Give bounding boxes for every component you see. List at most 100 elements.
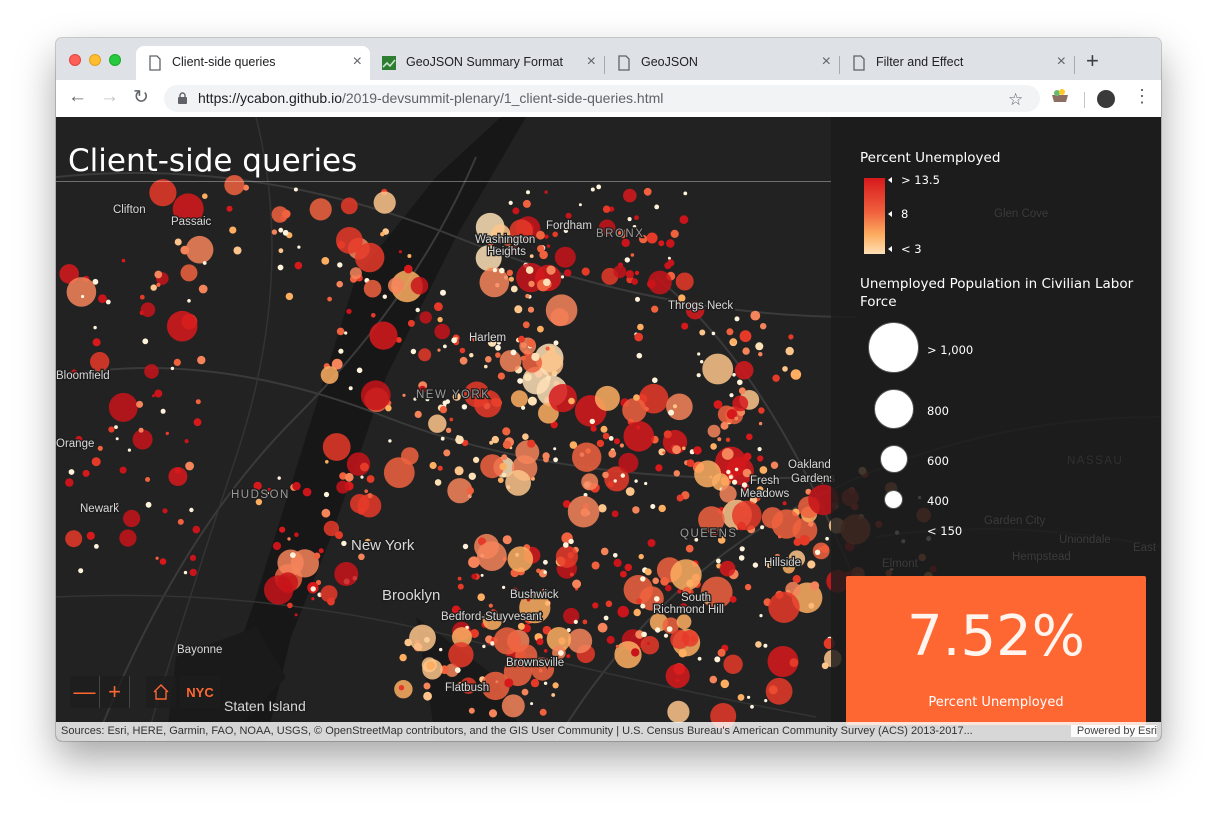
unemployment-dot[interactable] [543, 278, 551, 287]
unemployment-dot[interactable] [623, 421, 655, 452]
unemployment-dot[interactable] [717, 648, 726, 657]
unemployment-dot[interactable] [278, 248, 284, 254]
unemployment-dot[interactable] [627, 217, 632, 222]
unemployment-dot[interactable] [322, 433, 351, 461]
unemployment-dot[interactable] [454, 667, 461, 673]
unemployment-dot[interactable] [504, 678, 514, 688]
unemployment-dot[interactable] [428, 414, 447, 433]
unemployment-dot[interactable] [700, 360, 704, 364]
unemployment-dot[interactable] [581, 267, 590, 276]
unemployment-dot[interactable] [527, 306, 535, 313]
unemployment-dot[interactable] [404, 638, 413, 647]
unemployment-dot[interactable] [567, 628, 593, 654]
unemployment-dot[interactable] [488, 603, 493, 608]
unemployment-dot[interactable] [159, 558, 167, 565]
unemployment-dot[interactable] [580, 508, 589, 517]
unemployment-dot[interactable] [734, 316, 740, 322]
unemployment-dot[interactable] [108, 392, 138, 422]
unemployment-dot[interactable] [747, 695, 751, 699]
unemployment-dot[interactable] [664, 262, 672, 270]
unemployment-dot[interactable] [654, 204, 660, 210]
unemployment-dot[interactable] [180, 245, 190, 255]
unemployment-dot[interactable] [679, 215, 689, 224]
unemployment-dot[interactable] [310, 586, 316, 592]
unemployment-dot[interactable] [180, 264, 198, 282]
unemployment-dot[interactable] [277, 264, 284, 271]
unemployment-dot[interactable] [678, 649, 687, 658]
unemployment-dot[interactable] [348, 386, 353, 391]
unemployment-dot[interactable] [491, 435, 499, 444]
unemployment-dot[interactable] [638, 553, 644, 560]
unemployment-dot[interactable] [410, 348, 417, 355]
unemployment-dot[interactable] [799, 535, 810, 546]
unemployment-dot[interactable] [558, 650, 564, 656]
unemployment-dot[interactable] [380, 232, 385, 237]
unemployment-dot[interactable] [139, 294, 145, 300]
unemployment-dot[interactable] [119, 466, 127, 474]
close-icon[interactable]: × [1057, 53, 1066, 71]
unemployment-dot[interactable] [492, 267, 498, 273]
unemployment-dot[interactable] [477, 593, 486, 601]
unemployment-dot[interactable] [309, 198, 332, 221]
unemployment-dot[interactable] [177, 518, 184, 525]
unemployment-dot[interactable] [517, 378, 523, 384]
unemployment-dot[interactable] [468, 472, 476, 480]
unemployment-dot[interactable] [553, 340, 559, 346]
unemployment-dot[interactable] [670, 229, 679, 238]
unemployment-dot[interactable] [82, 469, 90, 477]
unemployment-dot[interactable] [136, 400, 144, 408]
unemployment-dot[interactable] [605, 600, 613, 608]
unemployment-dot[interactable] [525, 266, 534, 274]
window-maximize-button[interactable] [109, 54, 121, 66]
unemployment-dot[interactable] [154, 270, 163, 279]
unemployment-dot[interactable] [738, 387, 746, 395]
unemployment-dot[interactable] [127, 448, 131, 452]
unemployment-dot[interactable] [471, 573, 478, 580]
unemployment-dot[interactable] [410, 276, 429, 295]
unemployment-dot[interactable] [407, 254, 412, 258]
unemployment-dot[interactable] [536, 638, 544, 646]
unemployment-dot[interactable] [622, 398, 647, 423]
address-bar[interactable]: https://ycabon.github.io/2019-devsummit-… [164, 85, 1040, 112]
unemployment-dot[interactable] [640, 576, 646, 582]
unemployment-dot[interactable] [739, 546, 745, 552]
unemployment-dot[interactable] [293, 187, 298, 192]
unemployment-dot[interactable] [369, 321, 398, 350]
unemployment-dot[interactable] [683, 191, 688, 196]
unemployment-dot[interactable] [544, 234, 549, 239]
unemployment-dot[interactable] [670, 629, 690, 650]
unemployment-dot[interactable] [142, 338, 149, 345]
unemployment-dot[interactable] [737, 694, 745, 701]
unemployment-dot[interactable] [744, 583, 752, 591]
unemployment-dot[interactable] [173, 358, 181, 366]
unemployment-dot[interactable] [720, 421, 729, 430]
tab-geojson[interactable]: GeoJSON × [605, 46, 839, 80]
profile-avatar[interactable] [1097, 90, 1115, 108]
unemployment-dot[interactable] [480, 573, 484, 577]
unemployment-dot[interactable] [620, 473, 625, 478]
unemployment-dot[interactable] [154, 389, 163, 398]
unemployment-dot[interactable] [285, 292, 294, 301]
unemployment-dot[interactable] [434, 323, 451, 340]
unemployment-dot[interactable] [545, 346, 550, 351]
unemployment-dot[interactable] [388, 439, 392, 443]
unemployment-dot[interactable] [155, 556, 159, 560]
unemployment-dot[interactable] [602, 432, 610, 440]
unemployment-dot[interactable] [721, 448, 734, 460]
unemployment-dot[interactable] [91, 457, 101, 467]
unemployment-dot[interactable] [320, 366, 339, 384]
unemployment-dot[interactable] [363, 279, 382, 298]
unemployment-dot[interactable] [174, 238, 182, 246]
unemployment-dot[interactable] [439, 647, 443, 652]
unemployment-dot[interactable] [495, 352, 501, 358]
unemployment-dot[interactable] [282, 229, 289, 236]
unemployment-dot[interactable] [497, 372, 505, 380]
unemployment-dot[interactable] [746, 433, 753, 441]
unemployment-dot[interactable] [757, 455, 764, 462]
unemployment-dot[interactable] [710, 443, 717, 450]
unemployment-dot[interactable] [788, 334, 794, 340]
unemployment-dot[interactable] [808, 521, 814, 527]
unemployment-dot[interactable] [644, 568, 652, 576]
unemployment-dot[interactable] [457, 576, 462, 581]
unemployment-dot[interactable] [522, 321, 530, 329]
